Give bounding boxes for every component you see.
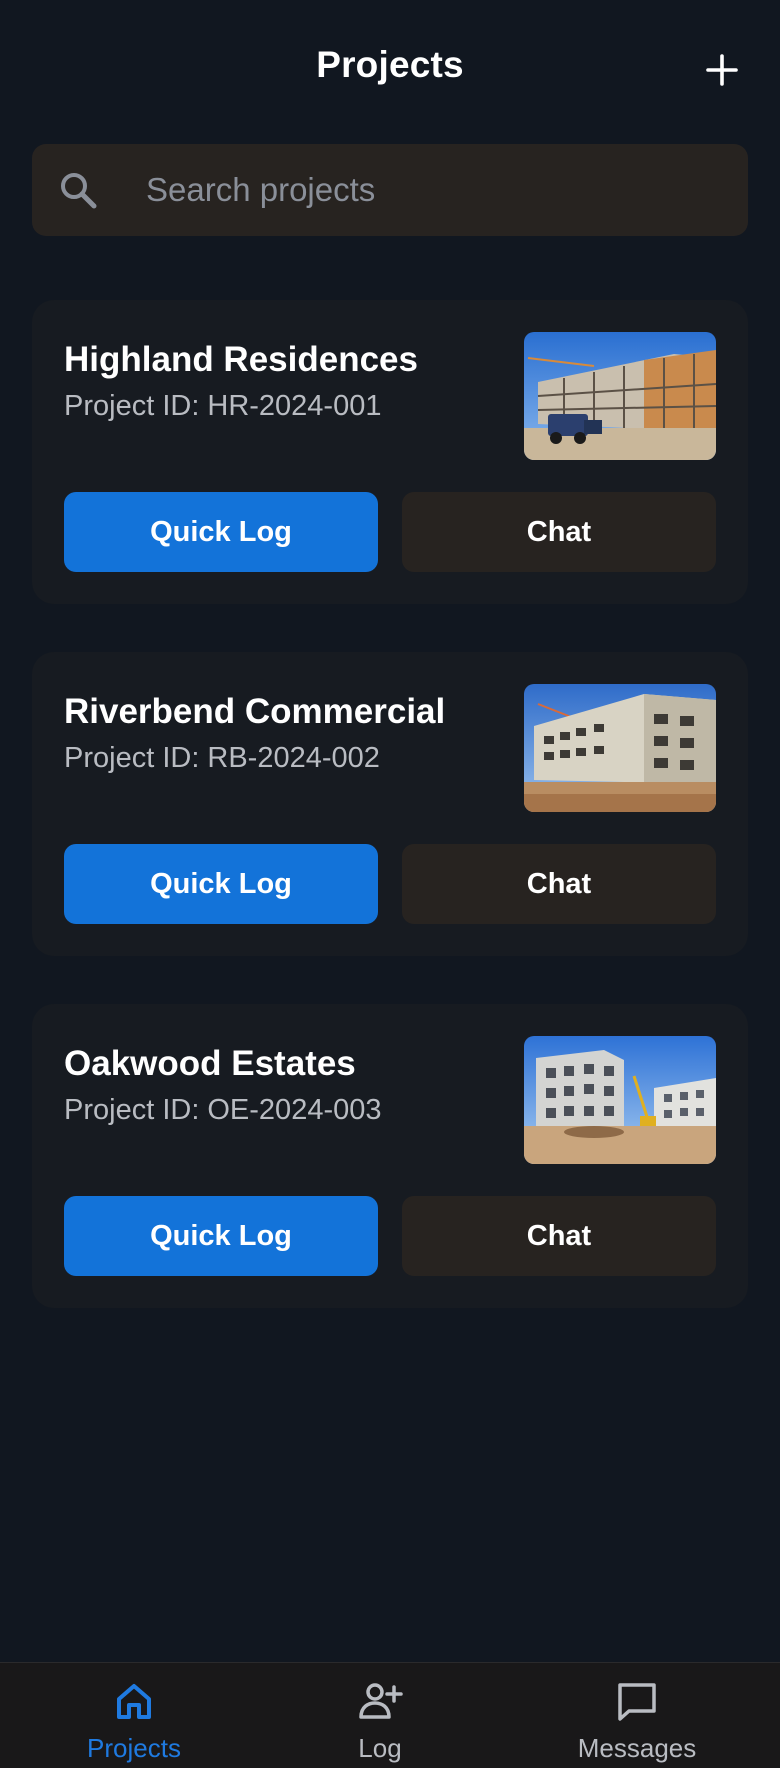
quick-log-button[interactable]: Quick Log: [64, 1196, 378, 1276]
header: Projects: [0, 0, 780, 140]
project-name: Riverbend Commercial: [64, 692, 446, 731]
project-id-value: RB-2024-002: [207, 742, 380, 774]
chat-button[interactable]: Chat: [402, 1196, 716, 1276]
bottom-navigation: Projects Log Messages: [0, 1662, 780, 1768]
project-thumbnail: [524, 1036, 716, 1164]
project-list: Highland Residences Project ID: HR-2024-0…: [32, 300, 748, 1356]
chat-bubble-icon: [613, 1677, 661, 1725]
project-thumbnail: [524, 332, 716, 460]
add-project-button[interactable]: [702, 50, 742, 90]
project-card[interactable]: Oakwood Estates Project ID:OE-2024-003: [32, 1004, 748, 1308]
chat-button[interactable]: Chat: [402, 844, 716, 924]
search-bar: [32, 144, 748, 236]
plus-icon: [706, 54, 738, 86]
project-name: Highland Residences: [64, 340, 418, 379]
nav-item-log[interactable]: Log: [280, 1663, 480, 1768]
person-add-icon: [356, 1677, 404, 1725]
project-card[interactable]: Riverbend Commercial Project ID: RB-2024-…: [32, 652, 748, 956]
nav-label-projects: Projects: [87, 1733, 181, 1763]
project-id: Project ID: OE-2024-003: [64, 1094, 382, 1127]
project-id: Project ID: RB-2024-002: [64, 742, 380, 775]
project-id-label: Project ID:: [64, 390, 200, 422]
project-id-value: HR-2024-001: [207, 390, 382, 422]
project-thumbnail: [524, 684, 716, 812]
project-name: Oakwood Estates: [64, 1044, 356, 1083]
nav-item-messages[interactable]: Messages: [537, 1663, 737, 1768]
quick-log-button[interactable]: Quick Log: [64, 844, 378, 924]
project-id: Project ID: HR-2024-001: [64, 390, 381, 423]
page-title: Projects: [316, 44, 464, 85]
project-card[interactable]: Highland Residences Project ID: HR-2024-0…: [32, 300, 748, 604]
nav-label-messages: Messages: [577, 1733, 697, 1763]
home-icon: [110, 1677, 158, 1725]
quick-log-button[interactable]: Quick Log: [64, 492, 378, 572]
app-screen: Projects Highland Residences Project ID:…: [0, 0, 780, 1768]
project-id-value: OE-2024-003: [207, 1094, 382, 1126]
chat-button[interactable]: Chat: [402, 492, 716, 572]
project-id-label: Project ID:: [64, 1094, 200, 1126]
project-id-label: Project ID:: [64, 742, 200, 774]
nav-item-projects[interactable]: Projects: [34, 1663, 234, 1768]
nav-label-log: Log: [358, 1733, 402, 1763]
search-input[interactable]: [146, 144, 726, 236]
search-icon: [56, 168, 100, 212]
